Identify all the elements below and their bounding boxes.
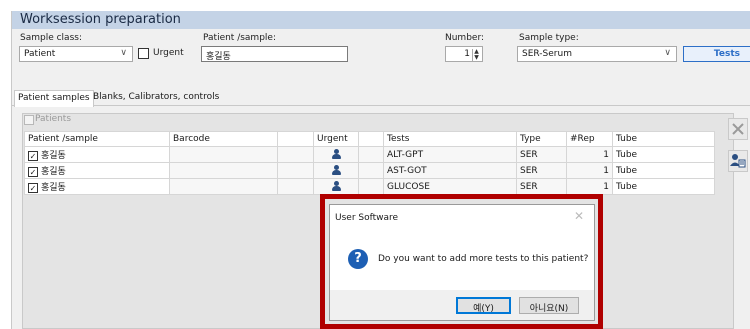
patient-label: Patient /sample: bbox=[203, 33, 276, 43]
close-icon[interactable]: ✕ bbox=[574, 209, 584, 223]
test-name: ALT-GPT bbox=[383, 146, 517, 163]
row-checkbox[interactable]: ✓ bbox=[28, 182, 38, 193]
sample-type: SER bbox=[516, 162, 567, 179]
tab-blanks-calibrators-controls[interactable]: Blanks, Calibrators, controls bbox=[90, 90, 222, 106]
patient-name: 홍길동 bbox=[41, 151, 66, 161]
dialog-footer: 예(Y) 아니요(N) bbox=[330, 290, 594, 320]
table-row[interactable]: ✓ 홍길동 AST-GOT SER 1 Tube bbox=[24, 162, 715, 179]
tab-strip: Patient samples Blanks, Calibrators, con… bbox=[12, 90, 750, 107]
remove-x-icon bbox=[732, 123, 744, 135]
patients-group-checkbox[interactable] bbox=[24, 115, 34, 125]
table-row[interactable]: ✓ 홍길동 ALT-GPT SER 1 Tube bbox=[24, 146, 715, 163]
urgent-label: Urgent bbox=[153, 48, 184, 58]
rep-count: 1 bbox=[566, 146, 613, 163]
table-header-row: Patient /sample Barcode Urgent Tests Typ… bbox=[24, 131, 715, 147]
test-name: GLUCOSE bbox=[383, 178, 517, 195]
patient-sample-input[interactable]: 홍길동 bbox=[201, 46, 348, 62]
tube-type[interactable]: Tube bbox=[612, 178, 715, 195]
col-tube[interactable]: Tube bbox=[612, 131, 715, 147]
rep-count: 1 bbox=[566, 162, 613, 179]
urgent-person-icon bbox=[332, 149, 341, 160]
test-name: AST-GOT bbox=[383, 162, 517, 179]
row-checkbox[interactable]: ✓ bbox=[28, 166, 38, 177]
number-stepper[interactable]: 1 ▲ ▼ bbox=[445, 46, 483, 62]
patients-group-label: Patients bbox=[35, 114, 72, 124]
sample-type-select[interactable]: SER-Serum ∨ bbox=[517, 46, 677, 62]
col-tests[interactable]: Tests bbox=[383, 131, 517, 147]
col-blank-1 bbox=[277, 131, 314, 147]
tab-patient-samples[interactable]: Patient samples bbox=[14, 90, 94, 107]
no-button[interactable]: 아니요(N) bbox=[519, 297, 579, 314]
patient-name: 홍길동 bbox=[41, 167, 66, 177]
chevron-down-icon: ∨ bbox=[664, 48, 671, 58]
col-blank-2 bbox=[358, 131, 384, 147]
tests-button[interactable]: Tests bbox=[683, 46, 750, 62]
col-type[interactable]: Type bbox=[516, 131, 567, 147]
sample-class-value: Patient bbox=[24, 49, 56, 59]
patient-list-icon bbox=[730, 154, 746, 168]
sample-class-label: Sample class: bbox=[20, 33, 82, 43]
chevron-down-icon: ∨ bbox=[120, 48, 127, 58]
yes-button[interactable]: 예(Y) bbox=[456, 297, 511, 314]
urgent-person-icon bbox=[332, 181, 341, 192]
question-icon: ? bbox=[348, 249, 368, 269]
urgent-checkbox[interactable] bbox=[138, 48, 149, 59]
urgent-person-icon bbox=[332, 165, 341, 176]
tube-type[interactable]: Tube bbox=[612, 146, 715, 163]
dialog-title: User Software bbox=[335, 213, 399, 223]
number-value: 1 bbox=[464, 49, 470, 59]
col-rep[interactable]: #Rep bbox=[566, 131, 613, 147]
patient-name: 홍길동 bbox=[41, 183, 66, 193]
col-urgent[interactable]: Urgent bbox=[313, 131, 359, 147]
row-checkbox[interactable]: ✓ bbox=[28, 150, 38, 161]
col-barcode[interactable]: Barcode bbox=[169, 131, 278, 147]
sample-class-select[interactable]: Patient ∨ bbox=[19, 46, 133, 62]
sample-type-value: SER-Serum bbox=[522, 49, 572, 59]
sample-type: SER bbox=[516, 146, 567, 163]
window-title: Worksession preparation bbox=[20, 12, 181, 27]
patient-samples-table: Patient /sample Barcode Urgent Tests Typ… bbox=[24, 131, 715, 195]
col-patient[interactable]: Patient /sample bbox=[24, 131, 170, 147]
patient-info-button[interactable] bbox=[728, 150, 748, 172]
sample-type: SER bbox=[516, 178, 567, 195]
window-title-bar: Worksession preparation bbox=[12, 11, 750, 29]
number-label: Number: bbox=[445, 33, 485, 43]
tube-type[interactable]: Tube bbox=[612, 162, 715, 179]
sample-type-label: Sample type: bbox=[519, 33, 579, 43]
confirm-dialog: User Software ✕ ? Do you want to add mor… bbox=[329, 204, 595, 321]
dialog-message: Do you want to add more tests to this pa… bbox=[378, 254, 589, 264]
rep-count: 1 bbox=[566, 178, 613, 195]
remove-button[interactable] bbox=[728, 118, 748, 140]
spin-arrows-icon[interactable]: ▲ ▼ bbox=[472, 49, 480, 61]
table-row[interactable]: ✓ 홍길동 GLUCOSE SER 1 Tube bbox=[24, 178, 715, 195]
